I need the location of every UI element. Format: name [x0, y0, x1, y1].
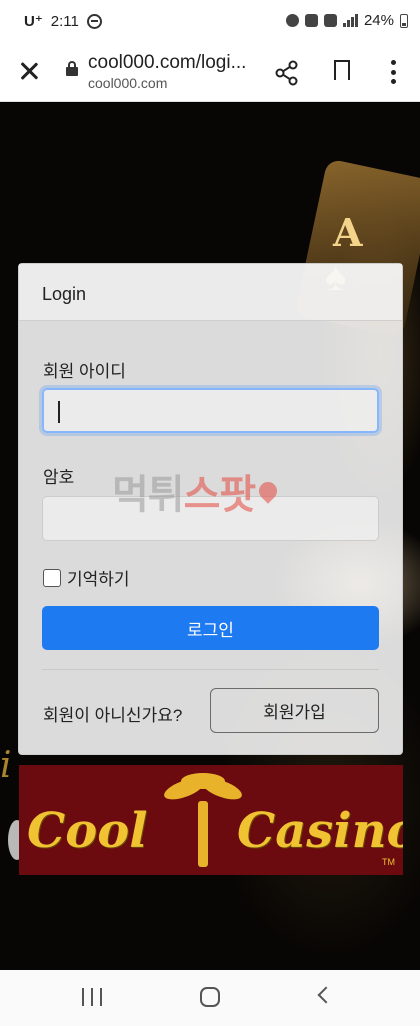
side-decoration: i — [0, 745, 12, 786]
mute-icon — [304, 14, 318, 27]
text-caret — [58, 401, 60, 423]
remember-label: 기억하기 — [67, 570, 130, 589]
notification-icon — [86, 13, 102, 29]
battery-percent: 24% — [363, 12, 394, 29]
user-id-input[interactable] — [42, 388, 379, 433]
ace-letter: A — [333, 210, 363, 255]
close-icon[interactable] — [16, 58, 42, 84]
url-domain: cool000.com — [88, 75, 168, 91]
password-label: 암호 — [43, 468, 75, 487]
back-icon[interactable] — [317, 986, 335, 1004]
remember-me[interactable]: 기억하기 — [43, 565, 130, 590]
address-bar[interactable]: cool000.com/logi... cool000.com — [88, 52, 258, 91]
recent-apps-icon[interactable] — [82, 988, 102, 1006]
banner-word-cool: Cool — [27, 803, 148, 859]
signup-button[interactable]: 회원가입 — [210, 688, 379, 733]
signup-prompt: 회원이 아니신가요? — [43, 706, 183, 725]
carrier-label: U⁺ — [24, 13, 43, 30]
login-title: Login — [19, 264, 402, 321]
palm-tree-icon — [161, 771, 245, 871]
more-options-icon[interactable] — [390, 60, 396, 84]
user-id-label: 회원 아이디 — [43, 362, 126, 381]
watermark-part2: 스팟 — [183, 472, 257, 518]
remember-checkbox[interactable] — [43, 568, 61, 587]
trademark-mark: TM — [382, 857, 395, 867]
watermark-part1: 먹튀 — [112, 472, 185, 518]
url-text: cool000.com/logi... — [88, 52, 247, 73]
network-5g-icon — [323, 14, 337, 27]
battery-icon — [400, 13, 408, 28]
login-button[interactable]: 로그인 — [42, 606, 379, 650]
status-time: 2:11 — [50, 12, 79, 30]
location-pin-icon — [255, 478, 281, 504]
signal-icon — [342, 14, 358, 27]
home-icon[interactable] — [200, 987, 220, 1007]
status-bar: U⁺ 2:11 24% — [0, 0, 420, 44]
bookmark-icon[interactable] — [334, 60, 350, 85]
watermark: 먹튀스팟 — [112, 462, 281, 520]
banner-word-casino: Casino — [237, 803, 403, 859]
alarm-icon — [285, 14, 299, 27]
share-icon[interactable] — [274, 60, 300, 86]
system-nav-bar — [0, 970, 420, 1026]
browser-toolbar: cool000.com/logi... cool000.com — [0, 44, 420, 102]
lock-icon[interactable] — [66, 61, 78, 76]
divider — [42, 669, 379, 670]
casino-logo-banner: Cool Casino TM — [19, 765, 403, 875]
